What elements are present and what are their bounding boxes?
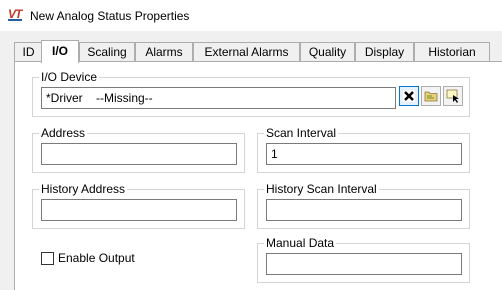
manual-data-label: Manual Data: [264, 236, 337, 250]
clear-io-device-button[interactable]: [399, 86, 419, 106]
tab-historian[interactable]: Historian: [414, 42, 490, 62]
title-bar: VT New Analog Status Properties: [0, 0, 502, 31]
app-logo-icon: VT: [8, 7, 22, 21]
scan-interval-label: Scan Interval: [264, 126, 339, 140]
window-title: New Analog Status Properties: [30, 9, 190, 23]
browse-io-device-button[interactable]: [421, 86, 441, 106]
tab-io[interactable]: I/O: [41, 40, 79, 63]
browse-folder-icon: [424, 91, 438, 102]
scan-interval-input[interactable]: 1: [266, 143, 462, 165]
tab-id[interactable]: ID: [14, 42, 43, 62]
history-scan-interval-input[interactable]: [266, 199, 462, 221]
tab-scaling[interactable]: Scaling: [79, 42, 135, 62]
tab-quality[interactable]: Quality: [300, 42, 355, 62]
history-scan-interval-label: History Scan Interval: [264, 182, 379, 196]
manual-data-input[interactable]: [266, 253, 462, 275]
tab-alarms[interactable]: Alarms: [135, 42, 193, 62]
clear-icon: [403, 90, 415, 102]
tab-display[interactable]: Display: [355, 42, 414, 62]
io-device-label: I/O Device: [39, 70, 100, 84]
address-input[interactable]: [41, 143, 237, 165]
history-address-label: History Address: [39, 182, 128, 196]
tab-external-alarms[interactable]: External Alarms: [193, 42, 300, 62]
enable-output-label[interactable]: Enable Output: [58, 252, 135, 265]
tab-strip: ID I/O Scaling Alarms External Alarms Qu…: [0, 40, 502, 63]
io-device-value: *Driver --Missing--: [46, 91, 153, 105]
select-pointer-icon: [446, 89, 459, 103]
select-io-device-button[interactable]: [443, 86, 463, 106]
io-device-field[interactable]: *Driver --Missing--: [41, 87, 396, 109]
enable-output-checkbox[interactable]: [41, 252, 54, 265]
history-address-input[interactable]: [41, 199, 237, 221]
address-label: Address: [39, 126, 88, 140]
